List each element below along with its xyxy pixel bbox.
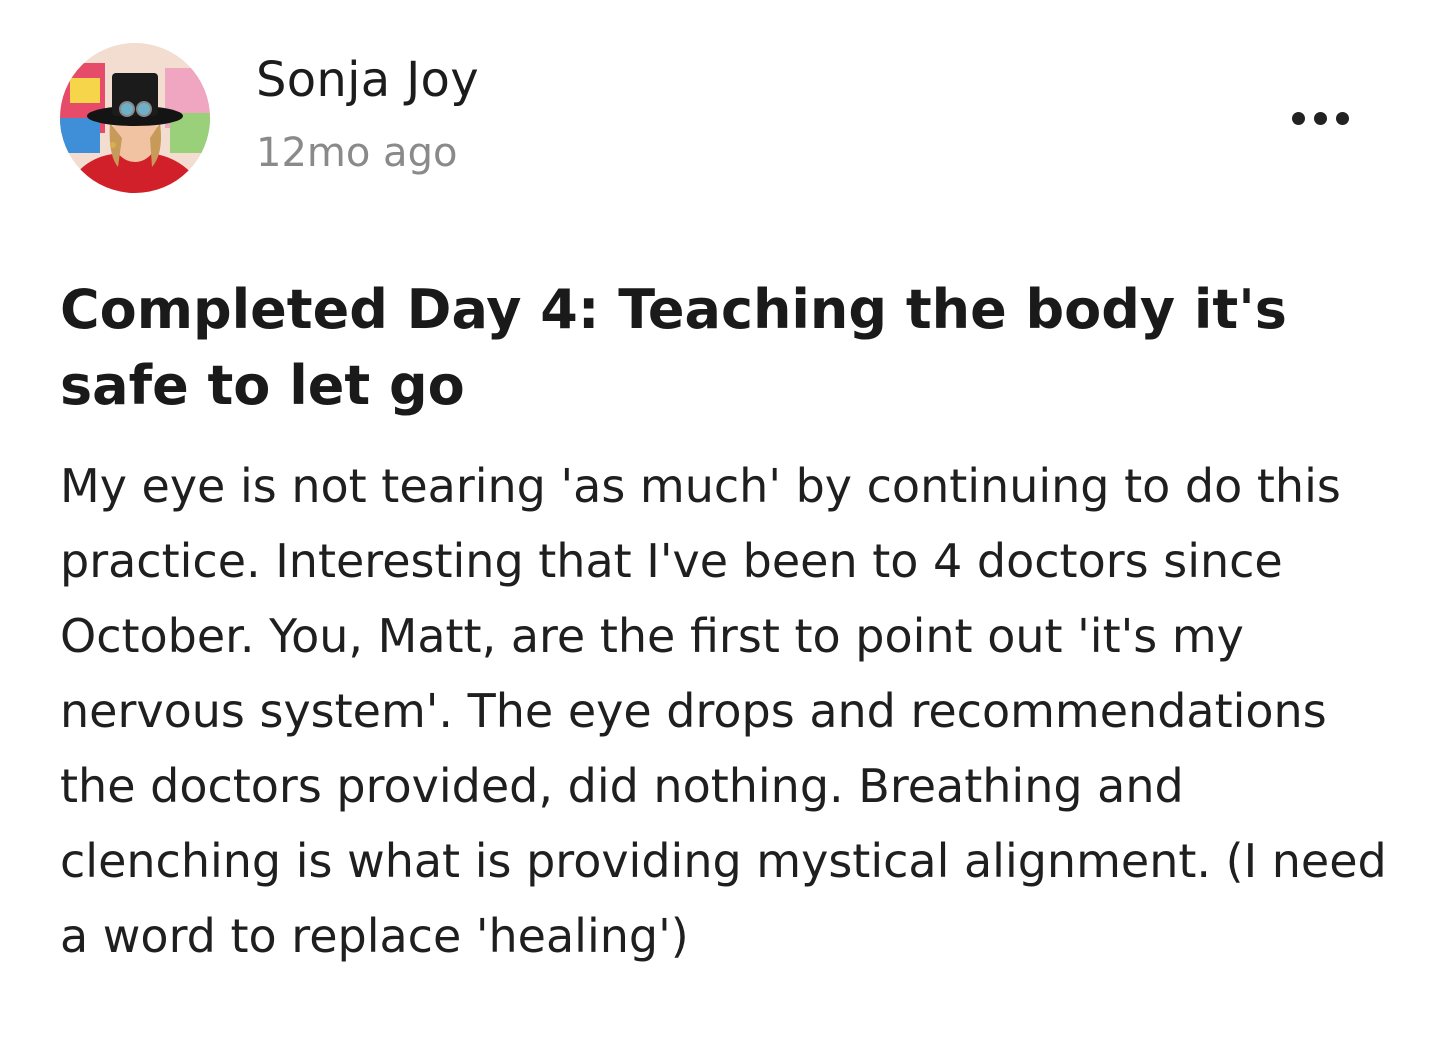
avatar-image	[60, 43, 210, 193]
author-name[interactable]: Sonja Joy	[256, 52, 479, 108]
post-title: Completed Day 4: Teaching the body it's …	[60, 278, 1287, 417]
post-body: My eye is not tearing 'as much' by conti…	[60, 459, 1387, 963]
more-options-button[interactable]	[1280, 98, 1360, 138]
post-card: Sonja Joy 12mo ago Completed Day 4: Teac…	[0, 0, 1439, 1049]
author-avatar[interactable]	[60, 43, 210, 193]
more-horizontal-icon-dot-2	[1313, 111, 1327, 125]
post-timestamp: 12mo ago	[256, 130, 458, 176]
more-horizontal-icon	[1291, 111, 1305, 125]
more-horizontal-icon-dot-3	[1335, 111, 1349, 125]
